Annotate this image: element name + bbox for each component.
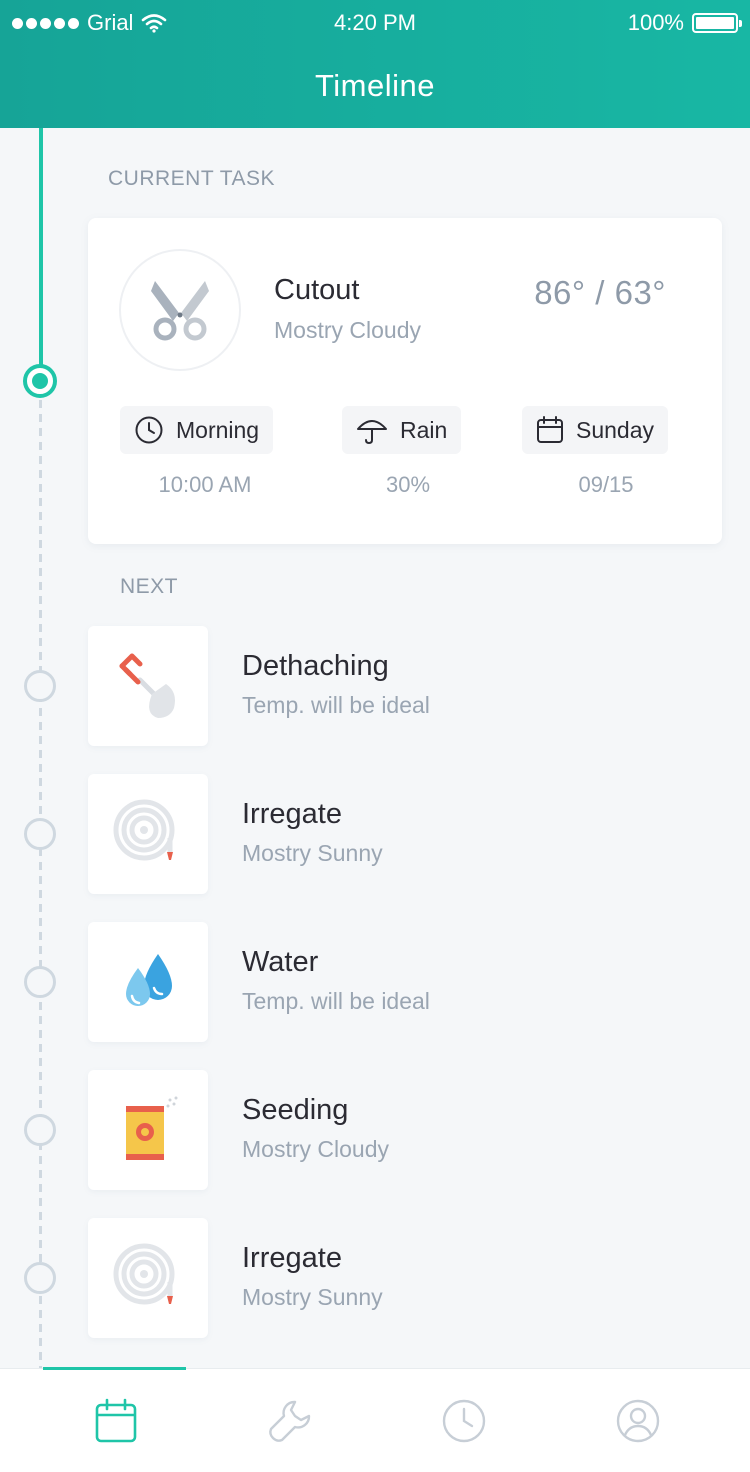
clock-icon — [135, 416, 163, 444]
task-title: Dethaching — [242, 650, 389, 682]
temperature-range: 86° / 63° — [534, 274, 666, 311]
timeline-node — [24, 1262, 56, 1294]
date-value: 09/15 — [578, 472, 634, 497]
task-subtitle: Temp. will be ideal — [242, 692, 430, 718]
task-title: Irregate — [242, 1242, 342, 1274]
tab-bar — [0, 1367, 750, 1472]
battery-percent: 100% — [627, 10, 684, 35]
current-task-condition: Mostry Cloudy — [274, 317, 421, 343]
timeline-node — [24, 1114, 56, 1146]
seed-bag-icon — [126, 1096, 178, 1160]
timeline-node-current — [23, 364, 57, 398]
profile-icon — [616, 1399, 660, 1443]
water-drops-icon — [126, 954, 172, 1006]
battery-icon — [692, 13, 742, 33]
status-bar: Grial 4:20 PM 100% — [0, 0, 750, 44]
shovel-icon — [119, 653, 175, 718]
next-heading: NEXT — [120, 575, 179, 598]
current-task-card[interactable]: Cutout Mostry Cloudy 86° / 63° Morning 1… — [88, 218, 722, 544]
hose-icon — [113, 799, 175, 861]
rain-chip: Rain — [342, 406, 462, 454]
hose-icon — [113, 1243, 175, 1305]
list-item[interactable]: Irregate Mostry Sunny — [88, 774, 728, 894]
task-thumbnail — [88, 626, 208, 746]
list-item[interactable]: Dethaching Temp. will be ideal — [88, 626, 728, 746]
list-item[interactable]: Irregate Mostry Sunny — [88, 1218, 728, 1338]
calendar-icon — [95, 1398, 137, 1443]
tab-profile[interactable] — [612, 1395, 664, 1447]
clock-icon — [442, 1399, 486, 1443]
page-title: Timeline — [315, 68, 435, 103]
day-label: Sunday — [576, 416, 655, 443]
current-task-name: Cutout — [274, 274, 360, 306]
task-icon-circle — [119, 249, 241, 371]
active-tab-indicator — [43, 1367, 186, 1370]
umbrella-icon — [357, 420, 387, 445]
wrench-icon — [269, 1400, 311, 1442]
app-header: Grial 4:20 PM 100% Timeline — [0, 0, 750, 128]
task-thumbnail — [88, 1218, 208, 1338]
time-of-day-chip: Morning — [120, 406, 274, 454]
time-of-day-label: Morning — [176, 416, 260, 443]
task-thumbnail — [88, 1070, 208, 1190]
task-subtitle: Mostry Sunny — [242, 1284, 383, 1310]
timeline-line-active — [39, 128, 43, 368]
tab-timeline[interactable] — [90, 1395, 142, 1447]
task-subtitle: Temp. will be ideal — [242, 988, 430, 1014]
timeline-node — [24, 966, 56, 998]
timeline-line-upcoming — [39, 400, 42, 1368]
timeline-node — [24, 818, 56, 850]
time-value: 10:00 AM — [158, 472, 252, 497]
timeline-node — [24, 670, 56, 702]
task-subtitle: Mostry Cloudy — [242, 1136, 389, 1162]
task-thumbnail — [88, 922, 208, 1042]
rain-label: Rain — [400, 416, 448, 443]
calendar-icon — [537, 416, 563, 443]
task-thumbnail — [88, 774, 208, 894]
task-title: Irregate — [242, 798, 342, 830]
scissors-icon — [151, 281, 209, 341]
tab-history[interactable] — [438, 1395, 490, 1447]
current-task-heading: CURRENT TASK — [108, 167, 276, 190]
task-title: Water — [242, 946, 319, 978]
task-subtitle: Mostry Sunny — [242, 840, 383, 866]
tab-tools[interactable] — [264, 1395, 316, 1447]
task-title: Seeding — [242, 1094, 349, 1126]
rain-value: 30% — [385, 472, 431, 497]
list-item[interactable]: Water Temp. will be ideal — [88, 922, 728, 1042]
day-chip: Sunday — [522, 406, 669, 454]
list-item[interactable]: Seeding Mostry Cloudy — [88, 1070, 728, 1190]
